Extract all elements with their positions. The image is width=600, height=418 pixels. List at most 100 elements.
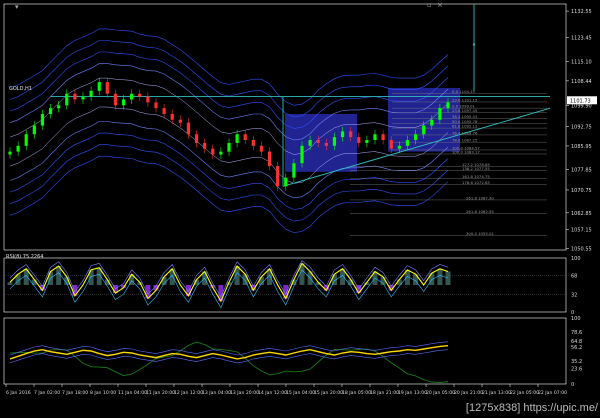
candle-body <box>292 163 296 178</box>
candle-body <box>381 134 385 141</box>
time-tick-label: 11 Jan 20:00 <box>146 390 175 396</box>
price-tick-label: 1070.75 <box>571 188 592 194</box>
envelope-band <box>9 121 449 199</box>
candle-body <box>8 151 12 155</box>
time-tick-label: 22 Jan 07:00 <box>538 390 567 396</box>
candle-body <box>284 177 288 187</box>
rsi-histogram-bar <box>445 271 451 285</box>
window-restore-button[interactable]: ▫ <box>427 2 432 9</box>
time-tick-label: 15 Jan 04:00 <box>286 390 315 396</box>
candle-body <box>438 108 442 120</box>
candle-body <box>24 134 28 146</box>
price-tick-label: 1077.85 <box>571 167 592 173</box>
time-tick-label: 8 Jan 10:00 <box>90 390 116 396</box>
chart-title: GOLD,H1 <box>9 86 32 92</box>
candle-body <box>300 145 304 164</box>
time-tick-label: 22 Jan 05:00 <box>510 390 539 396</box>
candle-body <box>308 140 312 146</box>
fib-level-label: 61.8 1092.12 <box>452 124 478 129</box>
current-price-label: 1101.73 <box>570 98 591 104</box>
fib-level-label: 161.8 1074.75 <box>462 174 490 179</box>
time-tick-label: 7 Jan 02:00 <box>34 390 60 396</box>
candle-body <box>130 93 134 100</box>
price-tick-label: 1132.55 <box>571 9 592 15</box>
candle-body <box>259 145 264 152</box>
candle-body <box>48 108 53 114</box>
time-tick-label: 14 Jan 12:00 <box>258 390 287 396</box>
candle-body <box>203 142 207 149</box>
candle-body <box>113 93 118 106</box>
price-tick-label: 1057.15 <box>571 227 592 233</box>
chart-canvas: 1132.55 1123.45 1115.10 1108.44 1099.90 1092.… <box>3 3 597 396</box>
price-tick-label: 1092.75 <box>571 124 592 130</box>
candle-body <box>146 96 150 103</box>
candle-body <box>89 90 93 97</box>
window-close-button[interactable]: × <box>437 2 443 9</box>
chart-window: 1132.55 1123.45 1115.10 1108.44 1099.90 1092.… <box>0 0 600 414</box>
candle-body <box>138 93 142 97</box>
candle-body <box>162 108 166 114</box>
rsi-histogram-bar <box>242 274 248 285</box>
candle-body <box>251 140 255 146</box>
candle-body <box>365 140 369 143</box>
candle-body <box>211 148 215 155</box>
envelope-band <box>9 144 449 222</box>
candle-body <box>16 145 20 152</box>
fib-level-label: 300.0 1055.01 <box>466 231 494 236</box>
candle-body <box>186 122 191 135</box>
candle-body <box>332 137 337 146</box>
time-tick-label: 18 Jan 21:00 <box>370 390 399 396</box>
osc-tick-label: 100 <box>571 316 581 322</box>
candle-body <box>340 131 345 138</box>
price-tick-label: 1108.44 <box>571 79 592 85</box>
candle-body <box>446 102 450 109</box>
candle-body <box>105 82 109 94</box>
fib-level-label: 178.6 1072.65 <box>462 180 490 185</box>
candle-body <box>397 145 401 149</box>
envelope-band <box>9 51 449 129</box>
candle-body <box>97 82 101 91</box>
price-tick-label: 1062.85 <box>571 211 592 217</box>
candle-body <box>316 140 320 143</box>
candle-body <box>324 142 328 146</box>
time-tick-label: 11 Jan 04:00 <box>118 390 147 396</box>
candle-body <box>219 151 223 155</box>
time-tick-label: 6 Jan 2016 <box>6 390 31 396</box>
candle-body <box>178 119 182 123</box>
candle-body <box>121 99 126 106</box>
candle-body <box>57 105 61 109</box>
rsi-tick-label: 100 <box>571 256 581 262</box>
time-tick-label: 15 Jan 20:00 <box>314 390 343 396</box>
price-tick-label: 1099.90 <box>571 104 592 110</box>
candle-body <box>422 125 426 135</box>
candle-body <box>413 134 418 141</box>
watermark: [1275x838] https://upic.me/ <box>465 402 598 414</box>
candle-body <box>405 140 410 146</box>
candle-body <box>276 166 280 187</box>
rsi-tick-label: 32 <box>571 293 577 299</box>
fib-level-label: 138.2 1077.55 <box>462 166 490 171</box>
fib-level-label: 23.6 1101.15 <box>452 97 478 102</box>
time-tick-label: 7 Jan 18:00 <box>62 390 88 396</box>
candle-body <box>243 134 247 141</box>
osc-tick-label: 78.6 <box>571 330 582 336</box>
time-tick-label: 18 Jan 05:00 <box>342 390 371 396</box>
fib-level-label: 23.6 1097.45 <box>452 108 478 113</box>
price-tick-label: 1123.45 <box>571 35 592 41</box>
candle-body <box>267 151 272 167</box>
osc-tick-label: 35.2 <box>571 359 582 365</box>
fib-level-label: 261.8 1062.55 <box>466 209 494 214</box>
candle-body <box>65 93 69 106</box>
candle-body <box>349 131 353 138</box>
candle-body <box>373 134 377 141</box>
window-menu-button[interactable]: ▾ <box>15 4 19 11</box>
time-tick-label: 20 Jan 21:00 <box>454 390 483 396</box>
time-tick-label: 12 Jan 12:00 <box>174 390 203 396</box>
candle-body <box>32 125 36 135</box>
rsi-histogram-bar <box>437 268 443 285</box>
rsi-pane-title: RSI(8) 75.2264 <box>6 254 44 260</box>
envelope-band <box>9 40 449 118</box>
marker-dot <box>472 43 476 46</box>
candle-body <box>81 96 85 100</box>
candle-body <box>430 119 434 126</box>
